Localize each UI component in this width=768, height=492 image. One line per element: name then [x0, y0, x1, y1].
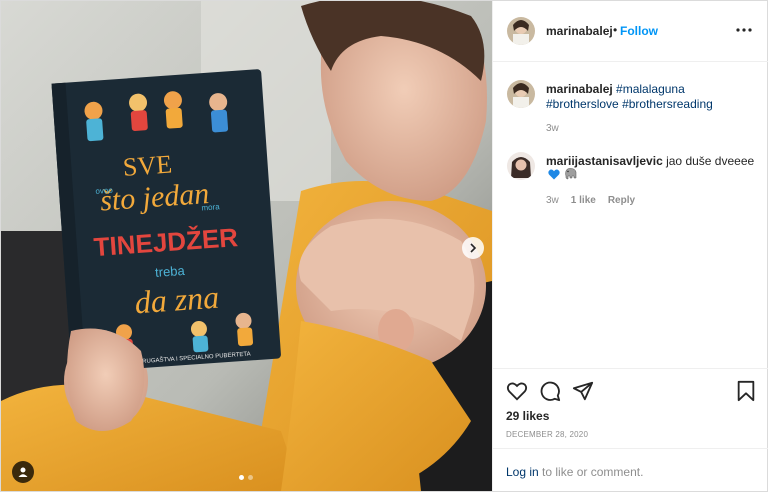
- comment-text: mariijastanisavljevic jao duše dveeee: [546, 154, 756, 169]
- header-username[interactable]: marinabalej: [546, 24, 613, 38]
- caption-username[interactable]: marinabalej: [546, 82, 613, 96]
- comments-section: marinabalej #malalaguna #brotherslove #b…: [493, 62, 768, 368]
- login-prompt-text: to like or comment.: [542, 465, 644, 479]
- reply-button[interactable]: Reply: [608, 195, 635, 206]
- carousel-indicator: [239, 475, 253, 480]
- avatar[interactable]: [507, 17, 535, 45]
- blue-heart-icon: [548, 169, 560, 179]
- carousel-next-button[interactable]: [462, 237, 484, 259]
- comment-time[interactable]: 3w: [546, 195, 559, 206]
- login-link[interactable]: Log in: [506, 465, 539, 479]
- follow-button[interactable]: Follow: [620, 24, 658, 38]
- post-actions: 29 likes DECEMBER 28, 2020: [493, 368, 768, 449]
- book-small-label-1: ovoo: [95, 186, 113, 196]
- avatar-image: [507, 152, 535, 180]
- header-separator: •: [613, 23, 618, 37]
- comment-meta: 3w 1 like Reply: [546, 195, 635, 206]
- share-icon[interactable]: [572, 380, 594, 402]
- post-sidebar: marinabalej • Follow marinabalej #malala…: [492, 1, 768, 491]
- tagged-users-button[interactable]: [12, 461, 34, 483]
- post-photo[interactable]: SVE što jedan TINEJDŽER treba da zna ovo…: [1, 1, 492, 491]
- like-count[interactable]: 29 likes: [506, 409, 549, 423]
- heart-icon[interactable]: [506, 380, 528, 402]
- bookmark-icon[interactable]: [735, 380, 757, 402]
- hashtag-link[interactable]: #brothersreading: [622, 97, 713, 111]
- avatar[interactable]: [507, 80, 535, 108]
- comment-emojis: [548, 168, 578, 180]
- hashtag-link[interactable]: #malalaguna: [616, 82, 685, 96]
- book-title-line4: treba: [155, 263, 186, 280]
- comment-body: jao duše dveeee: [666, 154, 755, 168]
- elephant-icon: [565, 168, 577, 180]
- caption-time[interactable]: 3w: [546, 123, 559, 134]
- chevron-right-icon: [470, 243, 477, 253]
- comment-like-count[interactable]: 1 like: [571, 195, 596, 206]
- post-date[interactable]: DECEMBER 28, 2020: [506, 430, 588, 439]
- photo-scene: SVE što jedan TINEJDŽER treba da zna ovo…: [1, 1, 492, 491]
- carousel-dot: [239, 475, 244, 480]
- post-header: marinabalej • Follow: [493, 1, 768, 62]
- avatar-image: [507, 17, 535, 45]
- book-small-label-2: mora: [201, 202, 220, 212]
- book-title-line5: da zna: [133, 279, 220, 321]
- avatar-image: [507, 80, 535, 108]
- more-options-icon[interactable]: [734, 23, 754, 37]
- comment-icon[interactable]: [539, 380, 561, 402]
- comment-username[interactable]: mariijastanisavljevic: [546, 154, 663, 168]
- caption-text: marinabalej #malalaguna #brotherslove #b…: [546, 82, 756, 112]
- instagram-post: SVE što jedan TINEJDŽER treba da zna ovo…: [0, 0, 768, 492]
- hashtag-link[interactable]: #brotherslove: [546, 97, 619, 111]
- user-icon: [18, 467, 28, 477]
- carousel-dot: [248, 475, 253, 480]
- login-prompt: Log in to like or comment.: [493, 448, 768, 492]
- book-title-line1: SVE: [122, 149, 173, 181]
- avatar[interactable]: [507, 152, 535, 180]
